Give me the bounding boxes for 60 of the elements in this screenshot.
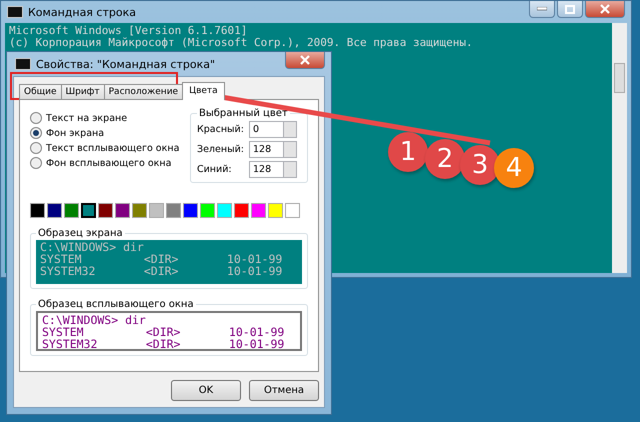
field-label: Зеленый: [197,144,245,155]
color-swatch[interactable] [98,203,113,218]
radio-label: Текст на экране [46,112,128,124]
color-swatch[interactable] [47,203,62,218]
spin-field[interactable]: 128 [249,161,297,178]
radio-button[interactable] [30,127,42,139]
tab[interactable]: Шрифт [60,84,105,100]
cancel-button[interactable]: Отмена [249,380,319,401]
console-line: Microsoft Windows [Version 6.1.7601] [9,25,248,37]
tab[interactable]: Расположение [104,84,184,100]
minimize-button[interactable] [529,1,555,18]
spin-field[interactable]: 0 [249,121,297,138]
radio-button[interactable] [30,112,42,124]
radio-label: Фон экрана [46,128,104,138]
radio-label: Фон всплывающего окна [46,158,172,168]
sample-line: C:\WINDOWS> dir [40,241,145,253]
scrollbar[interactable] [612,23,627,273]
color-swatch[interactable] [285,203,300,218]
color-swatch[interactable] [234,203,249,218]
ok-button[interactable]: OK [171,380,241,401]
color-swatch[interactable] [166,203,181,218]
color-swatch[interactable] [217,203,232,218]
tab[interactable]: Цвета [182,82,225,100]
window-title: Командная строка [28,6,136,18]
group-title: Образец всплывающего окна [37,299,195,310]
group-title: Выбранный цвет [198,108,289,119]
sample-line: C:\WINDOWS> dir [42,314,147,326]
console-line: (c) Корпорация Майкрософт (Microsoft Corp.), 2009. Все права защищены. [9,37,474,49]
color-swatch[interactable] [200,203,215,218]
field-label: Красный: [197,124,245,135]
color-swatch[interactable] [115,203,130,218]
maximize-button[interactable] [557,1,583,18]
color-swatch[interactable] [149,203,164,218]
color-swatch[interactable] [251,203,266,218]
maximize-icon [565,4,575,14]
color-swatch[interactable] [183,203,198,218]
color-swatch[interactable] [64,203,79,218]
color-swatch[interactable] [132,203,147,218]
spin-field[interactable]: 128 [249,141,297,158]
color-swatch[interactable] [81,203,96,218]
close-icon [300,55,310,65]
color-swatch[interactable] [30,203,45,218]
minimize-icon [537,7,547,11]
sample-line: SYSTEM32 <DIR> 10-01-99 [42,338,286,349]
color-swatch[interactable] [268,203,283,218]
sample-line: SYSTEM <DIR> 10-01-99 [40,253,284,265]
sample-line: SYSTEM <DIR> 10-01-99 [42,326,286,338]
console-icon [7,6,23,18]
field-label: Синий: [197,164,233,175]
tab[interactable]: Общие [19,84,62,100]
dialog-title: Свойства: "Командная строка" [36,58,216,70]
close-button[interactable] [585,1,625,18]
radio-label: Текст всплывающего окна [46,142,180,154]
console-icon [15,58,31,70]
close-button[interactable] [285,52,325,69]
radio-button[interactable] [30,157,42,169]
sample-line: SYSTEM32 <DIR> 10-01-99 [40,265,284,277]
close-icon [600,4,610,14]
radio-button[interactable] [30,142,42,154]
group-title: Образец экрана [37,228,124,239]
